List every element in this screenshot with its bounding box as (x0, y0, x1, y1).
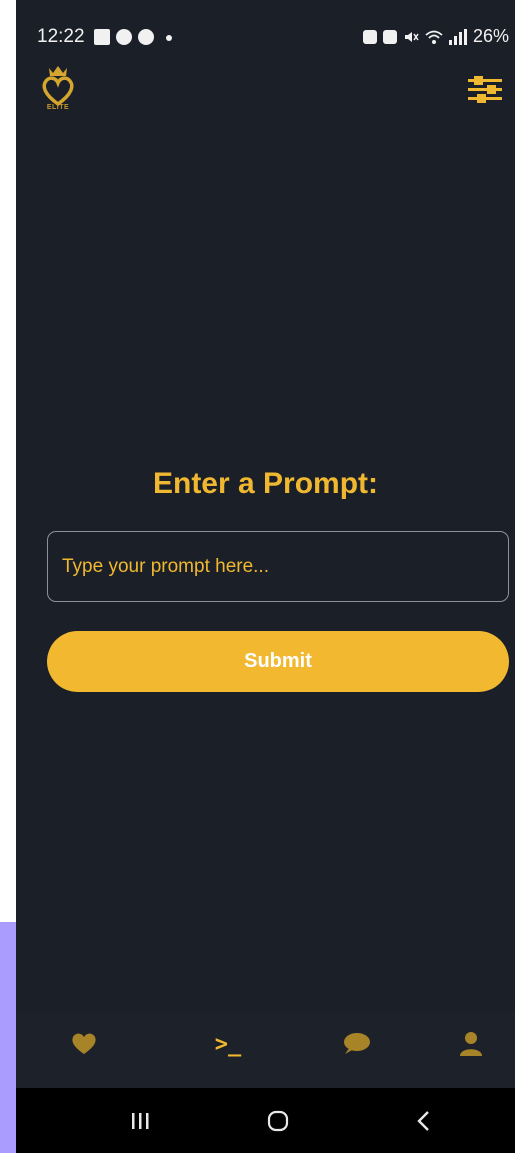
back-icon (417, 1110, 429, 1131)
system-nav-bar (16, 1088, 515, 1153)
chat-bubble-icon (344, 1033, 370, 1054)
status-bar: 12:22 26% (16, 0, 515, 60)
mute-icon (404, 31, 419, 42)
gallery-notification-icon (94, 29, 110, 45)
phone-screen: 12:22 26% ELITE Enter a Prompt: Type you… (16, 0, 515, 1153)
alarm-icon (382, 29, 397, 44)
logo-text: ELITE (46, 104, 70, 111)
back-button[interactable] (384, 1088, 464, 1153)
sliders-icon[interactable] (468, 74, 502, 106)
tab-profile[interactable] (441, 1012, 501, 1076)
recent-apps-icon (132, 1112, 149, 1129)
lock-icon (362, 29, 377, 44)
battery-percent: 26% (472, 26, 509, 46)
submit-button[interactable]: Submit (47, 631, 509, 692)
signal-icon (448, 28, 467, 45)
recent-apps-button[interactable] (100, 1088, 180, 1153)
page-title: Enter a Prompt: (152, 467, 379, 500)
side-strip (0, 922, 16, 1153)
bottom-tab-bar: >_ (16, 1012, 515, 1088)
chrome-notification-icon (138, 29, 154, 45)
more-notifications-dot-icon (166, 35, 172, 41)
home-icon (267, 1110, 289, 1131)
tab-prompt[interactable]: >_ (198, 1012, 258, 1076)
app-notification-icon (116, 29, 132, 45)
terminal-icon: >_ (214, 1031, 242, 1057)
tab-favorites[interactable] (54, 1012, 114, 1076)
heart-icon (72, 1033, 96, 1054)
status-system-icons: 26% (362, 26, 509, 47)
tab-chat[interactable] (326, 1012, 386, 1076)
home-button[interactable] (238, 1088, 318, 1153)
wifi-icon (425, 30, 443, 44)
status-time: 12:22 (37, 26, 85, 47)
status-notification-icons (94, 29, 154, 45)
prompt-input[interactable] (47, 531, 509, 602)
user-icon (460, 1032, 482, 1056)
